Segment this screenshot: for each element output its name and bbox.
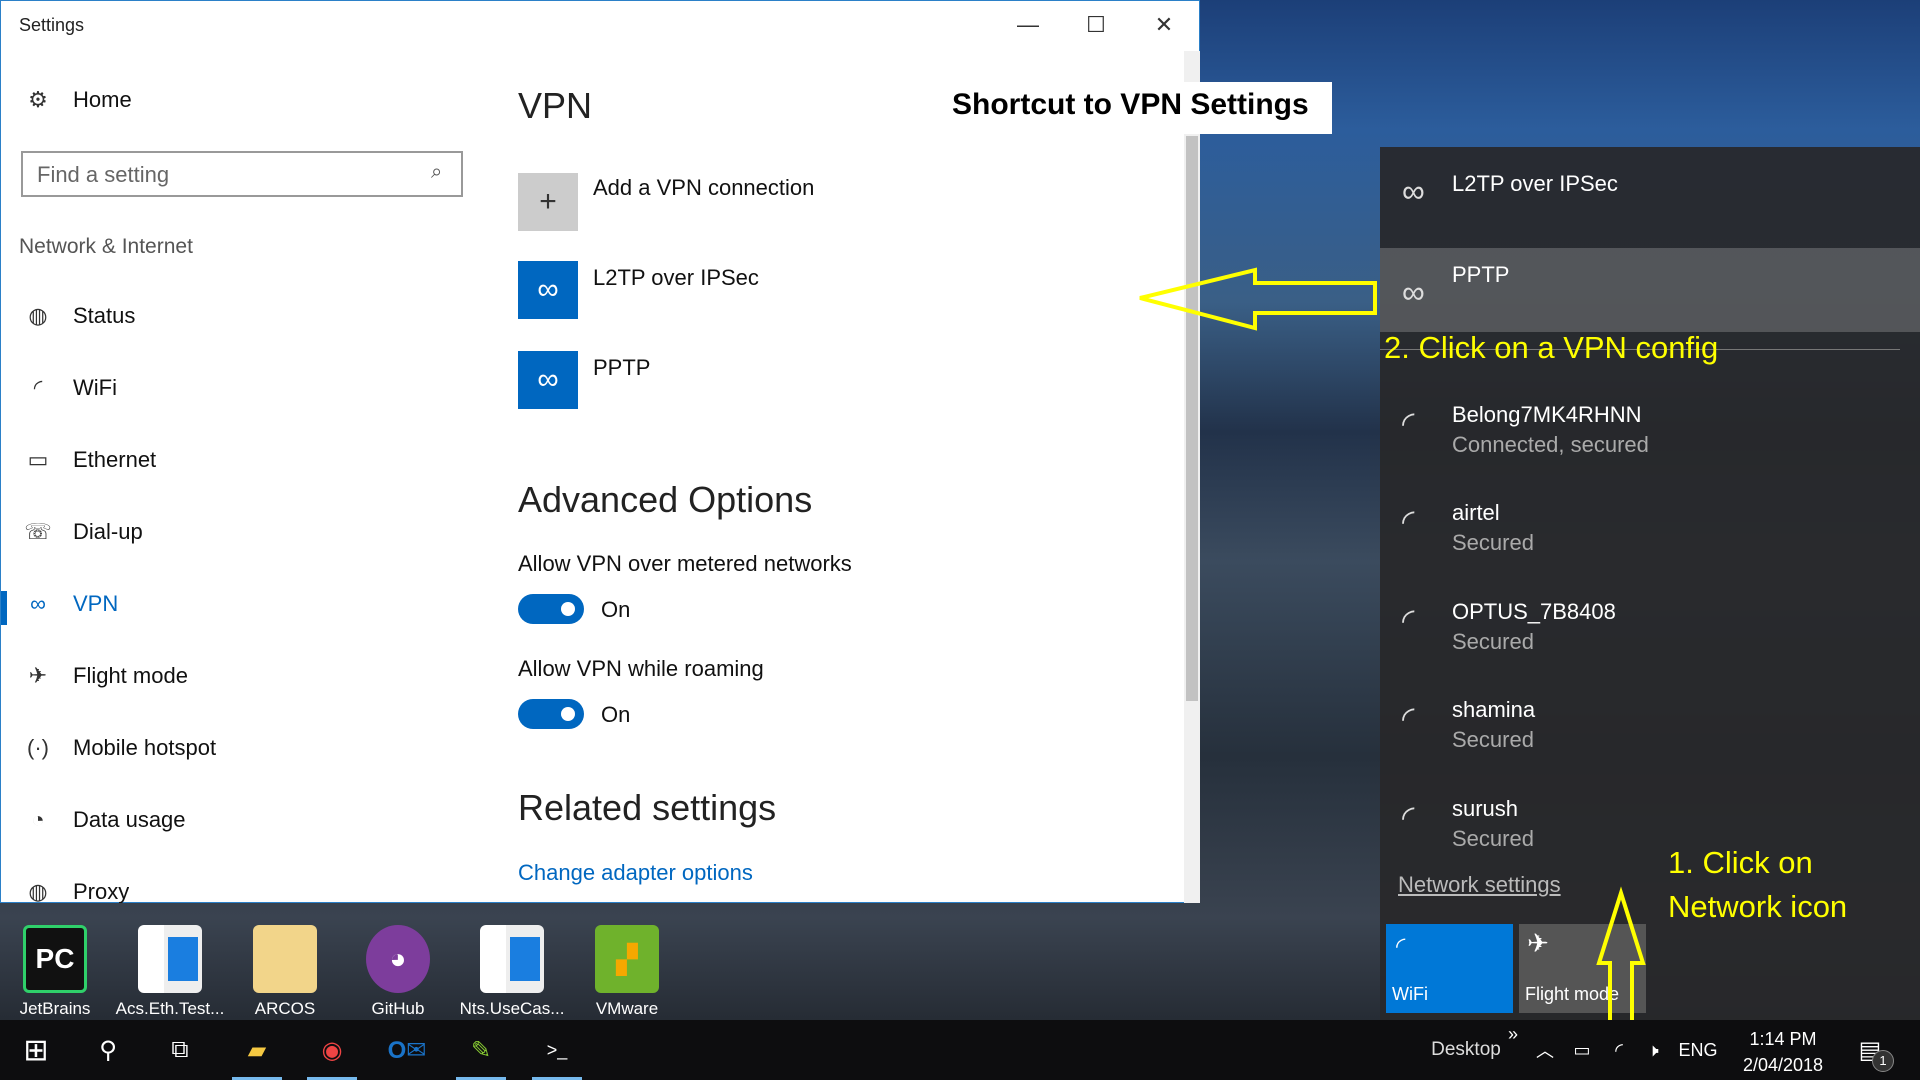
icon-label: GitHub bbox=[371, 999, 425, 1018]
volume-muted-icon[interactable]: 🕨 bbox=[1637, 1020, 1669, 1080]
notification-count-badge: 1 bbox=[1872, 1050, 1894, 1072]
clock-time: 1:14 PM bbox=[1749, 1029, 1817, 1049]
desktop-icon-vmware[interactable]: ▞ VMware bbox=[572, 925, 682, 1019]
desktop-toolbar[interactable]: Desktop bbox=[1428, 1020, 1504, 1080]
task-view-button[interactable]: ⧉ bbox=[154, 1020, 206, 1080]
desktop-icon-jetbrains[interactable]: PC JetBrains bbox=[0, 925, 110, 1019]
chrome-button[interactable]: ◉ bbox=[301, 1020, 363, 1080]
icon-label: JetBrains bbox=[19, 999, 91, 1018]
icon-label: Acs.Eth.Test... bbox=[115, 999, 225, 1018]
action-center-button[interactable]: ▤ 1 bbox=[1850, 1020, 1894, 1080]
icon-label: VMware bbox=[595, 999, 659, 1018]
desktop-icon-arcos[interactable]: ARCOS bbox=[230, 925, 340, 1019]
network-tray-icon[interactable]: ◜ bbox=[1603, 1020, 1635, 1080]
vmware-icon: ▞ bbox=[595, 925, 659, 993]
arrow-up-icon bbox=[1596, 886, 1646, 1035]
clock[interactable]: 1:14 PM 2/04/2018 bbox=[1730, 1026, 1836, 1078]
toolbar-chevron[interactable]: » bbox=[1508, 1024, 1518, 1045]
icon-label: Nts.UseCas... bbox=[459, 999, 565, 1018]
icon-label: ARCOS bbox=[254, 999, 316, 1018]
pycharm-icon: PC bbox=[23, 925, 87, 993]
github-icon: ◕ bbox=[366, 925, 430, 993]
desktop-icon-nts[interactable]: Nts.UseCas... bbox=[457, 925, 567, 1019]
clock-date: 2/04/2018 bbox=[1742, 1055, 1824, 1075]
notepad-plus-button[interactable]: ✎ bbox=[450, 1020, 512, 1080]
taskbar: ⊞ ⚲ ⧉ ▰ ◉ O✉ ✎ >_ Desktop » ︿ ▭ ◜ 🕨 ENG … bbox=[0, 1020, 1920, 1080]
annotation-arrows bbox=[1139, 267, 1646, 1035]
show-hidden-icons[interactable]: ︿ bbox=[1530, 1020, 1560, 1080]
app-window-icon bbox=[480, 925, 544, 993]
outlook-button[interactable]: O✉ bbox=[376, 1020, 438, 1080]
file-explorer-button[interactable]: ▰ bbox=[226, 1020, 288, 1080]
desktop-icon-github[interactable]: ◕ GitHub bbox=[343, 925, 453, 1019]
arrow-left-icon bbox=[1139, 267, 1377, 331]
folder-icon bbox=[253, 925, 317, 993]
start-button[interactable]: ⊞ bbox=[10, 1020, 62, 1080]
desktop-icon-acs[interactable]: Acs.Eth.Test... bbox=[115, 925, 225, 1019]
language-indicator[interactable]: ENG bbox=[1675, 1020, 1721, 1080]
terminal-button[interactable]: >_ bbox=[526, 1020, 588, 1080]
battery-icon[interactable]: ▭ bbox=[1566, 1020, 1598, 1080]
app-window-icon bbox=[138, 925, 202, 993]
search-button[interactable]: ⚲ bbox=[82, 1020, 134, 1080]
